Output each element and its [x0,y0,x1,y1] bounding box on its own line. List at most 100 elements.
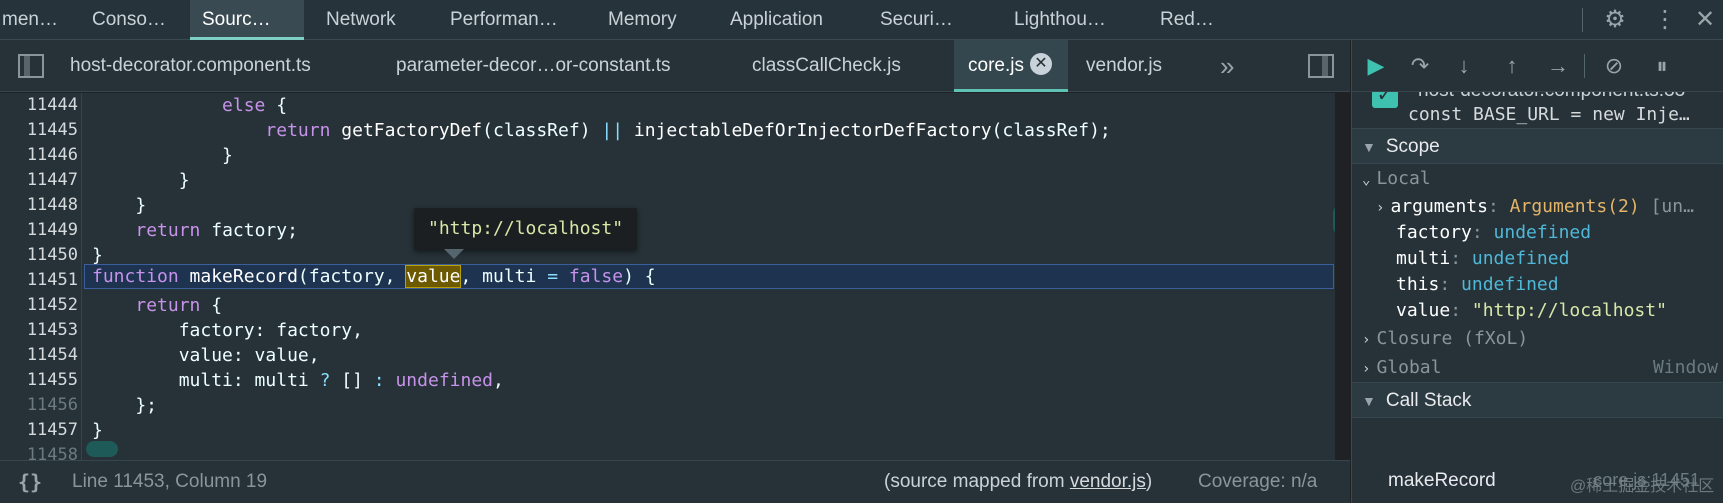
cursor-position: Line 11453, Column 19 [72,471,268,492]
step-into-icon[interactable]: ↓ [1446,40,1482,92]
breakpoint-code: const BASE_URL = new Inje… [1408,104,1690,125]
scope-var-multi[interactable]: multi: undefined [1396,245,1569,273]
code-line: return getFactoryDef(classRef) || inject… [265,120,1111,141]
tab-application[interactable]: Application [718,0,858,40]
step-out-icon[interactable]: ↑ [1494,40,1530,92]
chevron-right-icon: › [1376,200,1385,216]
pretty-print-button[interactable]: {} [18,461,42,503]
line-number[interactable]: 11456 [0,393,78,418]
global-scope-header[interactable]: › Global Window [1362,354,1723,382]
file-tab-label: core.js [968,55,1024,76]
var-value: "http://localhost" [1471,300,1667,321]
file-tab-parameter-decorator[interactable]: parameter-decor…or-constant.ts [382,40,685,92]
pause-on-exceptions-icon[interactable]: ⏸ [1644,40,1680,92]
global-value: Window [1652,357,1718,378]
tab-lighthouse[interactable]: Lighthou… [1002,0,1122,40]
var-name: multi [1396,248,1451,269]
file-tab-classcallcheck[interactable]: classCallCheck.js [738,40,915,92]
var-colon: : [1450,248,1472,269]
line-number[interactable]: 11445 [0,118,78,143]
var-value: Arguments(2) [1509,196,1640,217]
line-number[interactable]: 11452 [0,293,78,318]
line-number[interactable]: 11453 [0,318,78,343]
status-bar: {} Line 11453, Column 19 (source mapped … [0,460,1350,503]
toggle-navigator-icon[interactable] [18,54,44,78]
scope-var-factory[interactable]: factory: undefined [1396,219,1591,247]
triangle-down-icon: ▼ [1362,393,1376,409]
var-colon: : [1471,222,1494,243]
file-tab-bar: host-decorator.component.ts parameter-de… [0,40,1350,92]
scope-var-arguments[interactable]: › arguments: Arguments(2) [un… [1376,193,1694,221]
debugger-toolbar: ▶ ↷ ↓ ↑ → ⊘ ⏸ [1352,40,1723,92]
toolbar-divider [1584,54,1585,78]
line-number[interactable]: 11446 [0,143,78,168]
tab-security[interactable]: Securi… [868,0,968,40]
line-number[interactable]: 11447 [0,168,78,193]
close-devtools-icon[interactable]: ✕ [1688,0,1722,40]
more-options-icon[interactable]: ⋮ [1648,0,1682,40]
file-tab-vendor[interactable]: vendor.js [1072,40,1176,92]
breakpoint-file[interactable]: host-decorator.component.ts:33 [1418,92,1685,102]
tab-sources[interactable]: Sourc… [190,0,304,40]
code-line: else { [222,95,288,116]
horizontal-scrollbar[interactable] [86,441,118,457]
line-number-gutter[interactable]: 11444 11445 11446 11447 11448 11449 1145… [0,93,82,460]
var-extra: [un… [1650,196,1694,217]
source-map-link[interactable]: vendor.js [1070,471,1146,492]
line-number[interactable]: 11451 [0,268,78,293]
code-line: return factory; [135,220,298,241]
tab-elements[interactable]: men… [0,0,60,40]
line-number[interactable]: 11450 [0,243,78,268]
var-colon: : [1439,274,1462,295]
tab-performance[interactable]: Performan… [438,0,584,40]
more-tabs-icon[interactable]: » [1206,40,1248,92]
line-number[interactable]: 11448 [0,193,78,218]
chevron-right-icon: › [1362,361,1371,377]
scope-title: Scope [1385,136,1440,157]
tab-console[interactable]: Conso… [80,0,180,40]
tab-memory[interactable]: Memory [596,0,702,40]
file-tab-core[interactable]: core.js ✕ [954,40,1068,92]
toolbar-divider [1582,8,1583,32]
deactivate-breakpoints-icon[interactable]: ⊘ [1596,40,1632,92]
tab-network[interactable]: Network [314,0,424,40]
source-map-info: (source mapped from vendor.js) [884,461,1152,503]
code-line: } [92,170,190,191]
tab-redux[interactable]: Red… [1148,0,1228,40]
code-line: factory: factory, [92,320,363,341]
line-number[interactable]: 11458 [0,443,78,460]
line-number[interactable]: 11454 [0,343,78,368]
closure-scope-header[interactable]: › Closure (fXoL) [1362,325,1528,353]
step-over-icon[interactable]: ↷ [1402,40,1438,92]
callstack-section-header[interactable]: ▼ Call Stack [1352,382,1723,418]
file-tab-host-decorator[interactable]: host-decorator.component.ts [56,40,325,92]
devtools-tab-bar: men… Conso… Sourc… Network Performan… Me… [0,0,1723,40]
resume-icon[interactable]: ▶ [1358,40,1394,92]
code-line: } [92,195,147,216]
var-name: factory [1396,222,1472,243]
line-number[interactable]: 11457 [0,418,78,443]
close-tab-icon[interactable]: ✕ [1029,52,1052,75]
code-editor[interactable]: 11444 11445 11446 11447 11448 11449 1145… [0,93,1335,460]
line-number[interactable]: 11455 [0,368,78,393]
debugger-sidebar: ▶ ↷ ↓ ↑ → ⊘ ⏸ ✓ host-decorator.component… [1351,40,1723,503]
gear-icon[interactable]: ⚙ [1598,0,1632,40]
hovered-variable[interactable]: value [405,265,462,288]
code-line: value: value, [92,345,320,366]
breakpoint-checkbox[interactable]: ✓ [1372,92,1398,108]
local-title: Local [1376,168,1431,189]
step-icon[interactable]: → [1540,40,1576,92]
line-number[interactable]: 11444 [0,93,78,118]
code-line-current: function makeRecord(factory, value, mult… [92,265,656,288]
var-value: undefined [1493,222,1592,243]
code-line: return { [135,295,223,316]
line-number[interactable]: 11449 [0,218,78,243]
code-line: multi: multi ? [] : undefined, [92,370,504,391]
scope-var-value[interactable]: value: "http://localhost" [1396,297,1667,325]
toggle-debugger-icon[interactable] [1308,54,1334,78]
scope-var-this[interactable]: this: undefined [1396,271,1559,299]
vertical-scrollbar[interactable] [1333,205,1335,235]
scope-section-header[interactable]: ▼ Scope [1352,128,1723,164]
var-name: this [1396,274,1440,295]
local-scope-header[interactable]: ⌄ Local [1362,165,1431,193]
